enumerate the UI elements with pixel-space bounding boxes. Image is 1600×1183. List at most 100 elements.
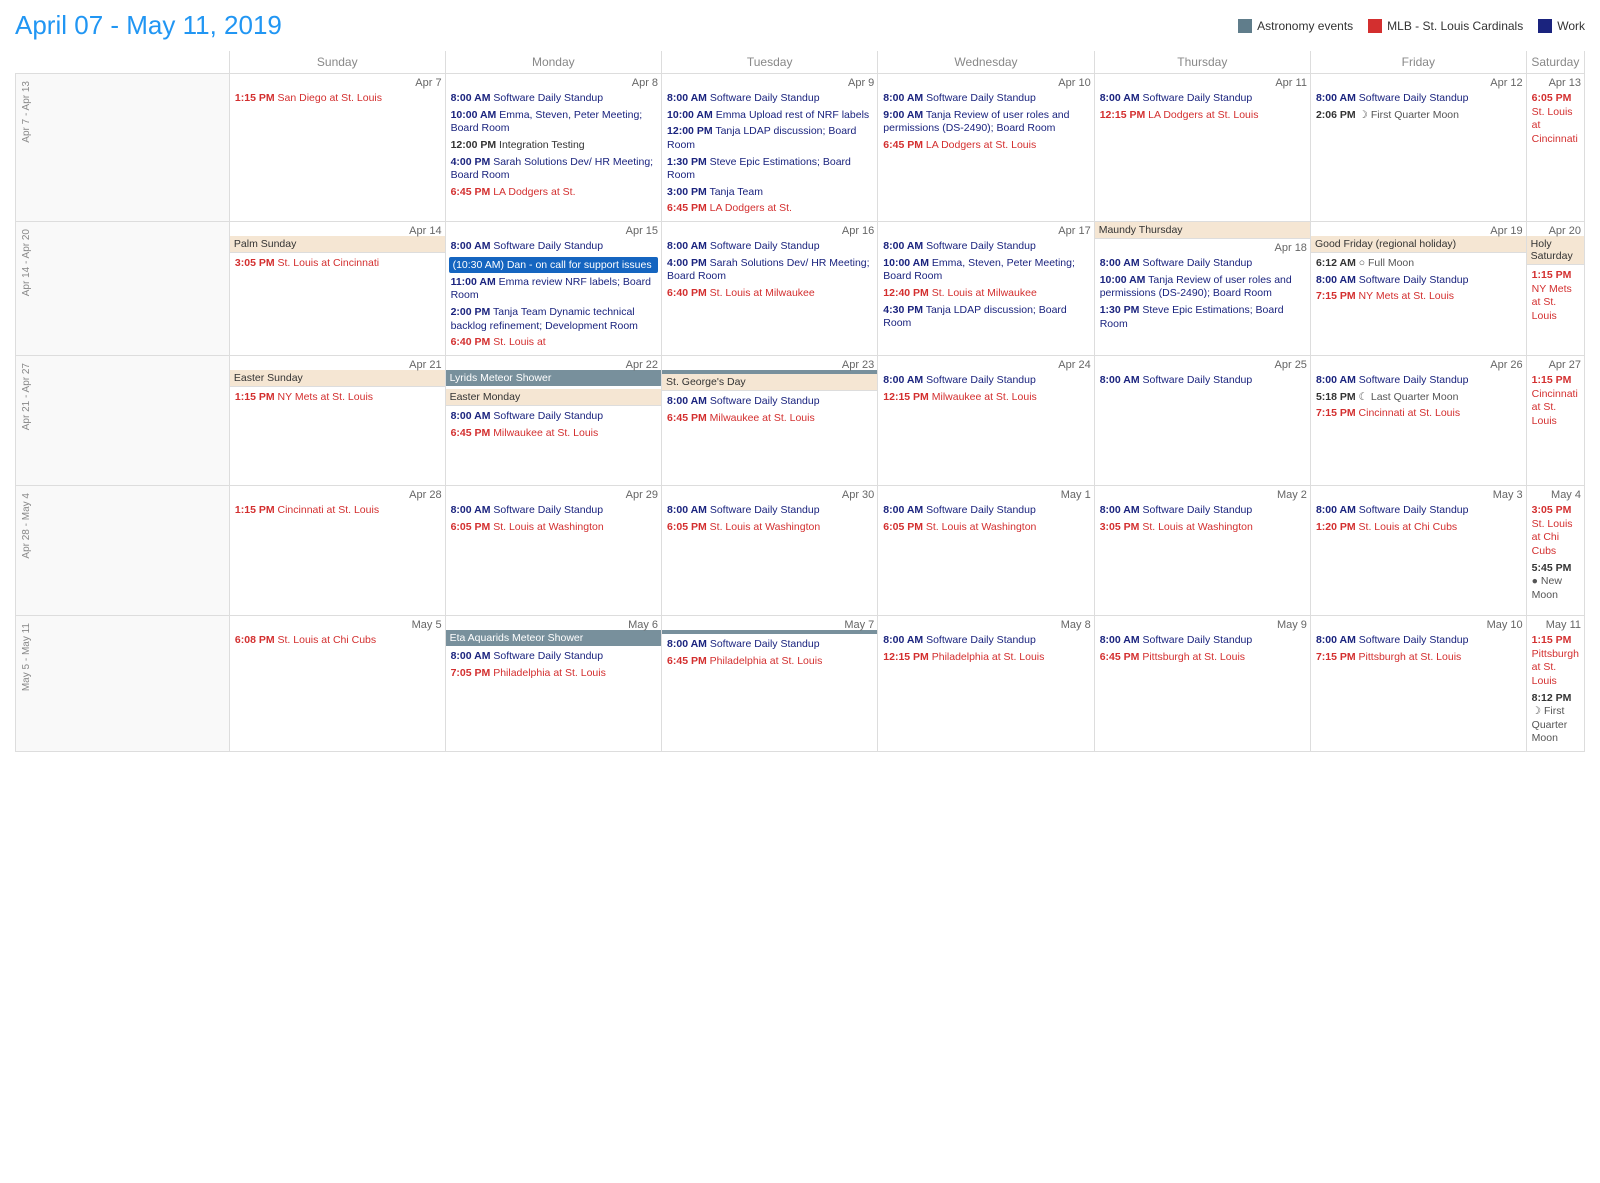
event-apr16-1[interactable]: 8:00 AM Software Daily Standup [665,239,874,255]
event-apr8-2[interactable]: 10:00 AM Emma, Steven, Peter Meeting; Bo… [449,108,658,137]
event-may6-2[interactable]: 7:05 PM Philadelphia at St. Louis [449,666,658,682]
event-may9-2[interactable]: 6:45 PM Pittsburgh at St. Louis [1098,650,1307,666]
event-time: 6:05 PM [667,521,707,533]
event-may3-1[interactable]: 8:00 AM Software Daily Standup [1314,503,1523,519]
event-apr22-1[interactable]: 8:00 AM Software Daily Standup [449,409,658,425]
week-label-text-2: Apr 14 - Apr 20 [19,225,34,300]
event-apr16-2[interactable]: 4:00 PM Sarah Solutions Dev/ HR Meeting;… [665,256,874,285]
event-time: 6:45 PM [667,202,707,214]
event-apr15-4[interactable]: 6:40 PM St. Louis at [449,335,658,351]
event-apr8-3[interactable]: 12:00 PM Integration Testing [449,138,658,154]
event-title: Software Daily Standup [1143,634,1253,646]
event-apr18-2[interactable]: 10:00 AM Tanja Review of user roles and … [1098,273,1307,302]
event-may10-1[interactable]: 8:00 AM Software Daily Standup [1314,633,1523,649]
event-apr26-2[interactable]: 5:18 PM ☾ Last Quarter Moon [1314,390,1523,406]
event-apr19-1[interactable]: 6:12 AM ○ Full Moon [1314,256,1523,272]
event-apr8-5[interactable]: 6:45 PM LA Dodgers at St. [449,185,658,201]
event-title: St. Louis at Chi Cubs [1359,521,1458,533]
event-apr18-3[interactable]: 1:30 PM Steve Epic Estimations; Board Ro… [1098,303,1307,332]
event-title: Software Daily Standup [1359,374,1469,386]
event-apr22-2[interactable]: 6:45 PM Milwaukee at St. Louis [449,426,658,442]
event-apr11-2[interactable]: 12:15 PM LA Dodgers at St. Louis [1098,108,1307,124]
event-title: Software Daily Standup [493,240,603,252]
event-apr9-4[interactable]: 1:30 PM Steve Epic Estimations; Board Ro… [665,155,874,184]
event-may4-1[interactable]: 3:05 PM St. Louis at Chi Cubs [1530,503,1581,560]
event-apr28-1[interactable]: 1:15 PM Cincinnati at St. Louis [233,503,442,519]
event-time: 10:00 AM [1100,274,1146,286]
event-apr9-3[interactable]: 12:00 PM Tanja LDAP discussion; Board Ro… [665,124,874,153]
event-may7-1[interactable]: 8:00 AM Software Daily Standup [665,637,874,653]
event-apr24-1[interactable]: 8:00 AM Software Daily Standup [881,373,1090,389]
event-apr13-1[interactable]: 6:05 PM St. Louis at Cincinnati [1530,91,1581,148]
event-time: 8:00 AM [1100,374,1140,386]
cell-apr27: Apr 27 1:15 PM Cincinnati at St. Louis [1526,355,1584,485]
event-apr27-1[interactable]: 1:15 PM Cincinnati at St. Louis [1530,373,1581,430]
event-may11-1[interactable]: 1:15 PM Pittsburgh at St. Louis [1530,633,1581,690]
event-may6-1[interactable]: 8:00 AM Software Daily Standup [449,649,658,665]
event-apr10-2[interactable]: 9:00 AM Tanja Review of user roles and p… [881,108,1090,137]
event-apr26-1[interactable]: 8:00 AM Software Daily Standup [1314,373,1523,389]
legend-mlb: MLB - St. Louis Cardinals [1368,19,1523,33]
event-apr10-1[interactable]: 8:00 AM Software Daily Standup [881,91,1090,107]
event-apr15-highlight[interactable]: (10:30 AM) Dan - on call for support iss… [449,257,658,273]
event-apr12-2[interactable]: 2:06 PM ☽ First Quarter Moon [1314,108,1523,124]
event-apr15-3[interactable]: 2:00 PM Tanja Team Dynamic technical bac… [449,305,658,334]
event-time: 2:00 PM [451,306,491,318]
event-apr11-1[interactable]: 8:00 AM Software Daily Standup [1098,91,1307,107]
event-may2-1[interactable]: 8:00 AM Software Daily Standup [1098,503,1307,519]
event-time: 8:00 AM [1100,504,1140,516]
event-apr8-1[interactable]: 8:00 AM Software Daily Standup [449,91,658,107]
event-apr17-3[interactable]: 12:40 PM St. Louis at Milwaukee [881,286,1090,302]
event-apr21-1[interactable]: 1:15 PM NY Mets at St. Louis [233,390,442,406]
event-apr25-1[interactable]: 8:00 AM Software Daily Standup [1098,373,1307,389]
day-num-apr17: Apr 17 [881,225,1090,237]
event-apr24-2[interactable]: 12:15 PM Milwaukee at St. Louis [881,390,1090,406]
event-apr9-1[interactable]: 8:00 AM Software Daily Standup [665,91,874,107]
event-title: ○ Full Moon [1359,257,1414,269]
event-time: 8:00 AM [1316,634,1356,646]
day-num-may2: May 2 [1098,489,1307,501]
event-apr17-4[interactable]: 4:30 PM Tanja LDAP discussion; Board Roo… [881,303,1090,332]
week-row-3: Apr 21 - Apr 27 Apr 21 Easter Sunday 1:1… [16,355,1585,485]
event-apr12-1[interactable]: 8:00 AM Software Daily Standup [1314,91,1523,107]
event-may10-2[interactable]: 7:15 PM Pittsburgh at St. Louis [1314,650,1523,666]
event-may2-2[interactable]: 3:05 PM St. Louis at Washington [1098,520,1307,536]
event-apr15-2[interactable]: 11:00 AM Emma review NRF labels; Board R… [449,275,658,304]
event-apr23-1[interactable]: 8:00 AM Software Daily Standup [665,394,874,410]
event-may1-1[interactable]: 8:00 AM Software Daily Standup [881,503,1090,519]
event-apr18-1[interactable]: 8:00 AM Software Daily Standup [1098,256,1307,272]
event-apr10-3[interactable]: 6:45 PM LA Dodgers at St. Louis [881,138,1090,154]
event-may8-1[interactable]: 8:00 AM Software Daily Standup [881,633,1090,649]
day-num-may10: May 10 [1314,619,1523,631]
event-may9-1[interactable]: 8:00 AM Software Daily Standup [1098,633,1307,649]
event-apr19-2[interactable]: 8:00 AM Software Daily Standup [1314,273,1523,289]
event-may3-2[interactable]: 1:20 PM St. Louis at Chi Cubs [1314,520,1523,536]
event-may4-2[interactable]: 5:45 PM ● New Moon [1530,561,1581,604]
event-title: Software Daily Standup [1359,274,1469,286]
event-apr16-3[interactable]: 6:40 PM St. Louis at Milwaukee [665,286,874,302]
event-apr9-5[interactable]: 3:00 PM Tanja Team [665,185,874,201]
event-apr9-6[interactable]: 6:45 PM LA Dodgers at St. [665,201,874,217]
event-apr7-1[interactable]: 1:15 PM San Diego at St. Louis [233,91,442,107]
event-may5-1[interactable]: 6:08 PM St. Louis at Chi Cubs [233,633,442,649]
event-apr19-3[interactable]: 7:15 PM NY Mets at St. Louis [1314,289,1523,305]
event-apr20-1[interactable]: 1:15 PM NY Mets at St. Louis [1530,268,1581,325]
event-apr17-1[interactable]: 8:00 AM Software Daily Standup [881,239,1090,255]
event-apr23-2[interactable]: 6:45 PM Milwaukee at St. Louis [665,411,874,427]
event-apr17-2[interactable]: 10:00 AM Emma, Steven, Peter Meeting; Bo… [881,256,1090,285]
event-apr30-2[interactable]: 6:05 PM St. Louis at Washington [665,520,874,536]
event-may8-2[interactable]: 12:15 PM Philadelphia at St. Louis [881,650,1090,666]
event-apr26-3[interactable]: 7:15 PM Cincinnati at St. Louis [1314,406,1523,422]
event-apr29-1[interactable]: 8:00 AM Software Daily Standup [449,503,658,519]
event-may11-2[interactable]: 8:12 PM ☽ First Quarter Moon [1530,691,1581,748]
event-may1-2[interactable]: 6:05 PM St. Louis at Washington [881,520,1090,536]
event-apr9-2[interactable]: 10:00 AM Emma Upload rest of NRF labels [665,108,874,124]
event-time: 8:00 AM [1100,634,1140,646]
event-apr15-1[interactable]: 8:00 AM Software Daily Standup [449,239,658,255]
event-title: Cincinnati at St. Louis [278,504,380,516]
event-apr14-1[interactable]: 3:05 PM St. Louis at Cincinnati [233,256,442,272]
event-may7-2[interactable]: 6:45 PM Philadelphia at St. Louis [665,654,874,670]
event-apr29-2[interactable]: 6:05 PM St. Louis at Washington [449,520,658,536]
event-apr8-4[interactable]: 4:00 PM Sarah Solutions Dev/ HR Meeting;… [449,155,658,184]
event-apr30-1[interactable]: 8:00 AM Software Daily Standup [665,503,874,519]
